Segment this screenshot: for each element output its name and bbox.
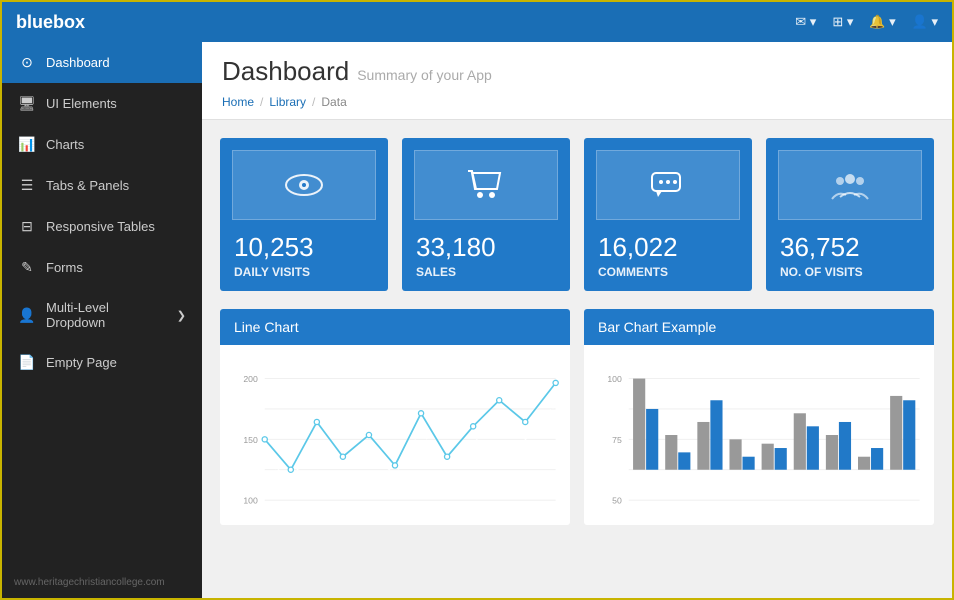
stat-card-number-visits: 10,253 (234, 232, 374, 263)
line-chart-card: Line Chart 200 150 100 (220, 309, 570, 525)
ui-elements-icon: 🖥 (18, 95, 36, 112)
stat-card-icon-sales (414, 150, 558, 220)
stat-card-label-no-visits: No. of Visits (780, 265, 920, 279)
svg-text:50: 50 (612, 496, 622, 506)
page-header: Dashboard Summary of your App Home / Lib… (202, 42, 952, 120)
breadcrumb-home[interactable]: Home (222, 95, 254, 109)
svg-text:100: 100 (607, 374, 622, 384)
svg-text:200: 200 (243, 374, 258, 384)
sidebar-item-label: Multi-Level Dropdown (46, 300, 167, 330)
stat-cards-grid: 10,253 Daily Visits 33,180 (220, 138, 934, 291)
bell-nav-btn[interactable]: 🔔 ▾ (869, 14, 895, 30)
sidebar-item-multi-level[interactable]: 👤 Multi-Level Dropdown ❯ (2, 288, 202, 342)
stat-card-body-visits: 10,253 Daily Visits (220, 220, 388, 291)
page-subtitle: Summary of your App (357, 67, 492, 83)
grid-nav-btn[interactable]: ⊞ ▾ (832, 14, 853, 30)
stat-card-icon-no-visits (778, 150, 922, 220)
nav-icons-group: ✉ ▾ ⊞ ▾ 🔔 ▾ 👤 ▾ (795, 14, 938, 30)
sidebar-item-label: Responsive Tables (46, 219, 186, 234)
stat-card-label-visits: Daily Visits (234, 265, 374, 279)
tabs-icon: ☰ (18, 177, 36, 194)
brand-logo: bluebox (16, 12, 795, 33)
sidebar-item-label: UI Elements (46, 96, 186, 111)
stat-card-body-sales: 33,180 Sales (402, 220, 570, 291)
stat-card-number-sales: 33,180 (416, 232, 556, 263)
page-title-row: Dashboard Summary of your App (222, 56, 932, 87)
forms-icon: ✎ (18, 259, 36, 276)
bar-chart-card: Bar Chart Example 100 75 50 (584, 309, 934, 525)
chevron-right-icon: ❯ (177, 309, 186, 322)
breadcrumb-sep1: / (260, 95, 263, 109)
sidebar-item-forms[interactable]: ✎ Forms (2, 247, 202, 288)
sidebar-item-label: Tabs & Panels (46, 178, 186, 193)
sidebar-footer: www.heritagechristiancollege.com (2, 567, 202, 598)
line-chart-body: 200 150 100 (220, 345, 570, 525)
line-chart-title: Line Chart (220, 309, 570, 345)
sidebar-item-responsive-tables[interactable]: ⊟ Responsive Tables (2, 206, 202, 247)
empty-page-icon: 📄 (18, 354, 36, 371)
breadcrumb: Home / Library / Data (222, 95, 932, 109)
stat-card-sales: 33,180 Sales (402, 138, 570, 291)
multi-level-icon: 👤 (18, 307, 36, 324)
sidebar-item-ui-elements[interactable]: 🖥 UI Elements (2, 83, 202, 124)
stat-card-label-comments: Comments (598, 265, 738, 279)
app-body: ⊙ Dashboard 🖥 UI Elements 📊 Charts ☰ Tab… (2, 42, 952, 598)
breadcrumb-library[interactable]: Library (269, 95, 306, 109)
mail-nav-btn[interactable]: ✉ ▾ (795, 14, 816, 30)
svg-text:75: 75 (612, 435, 622, 445)
page-title: Dashboard (222, 56, 349, 87)
stat-card-body-no-visits: 36,752 No. of Visits (766, 220, 934, 291)
top-nav: bluebox ✉ ▾ ⊞ ▾ 🔔 ▾ 👤 ▾ (2, 2, 952, 42)
dashboard-icon: ⊙ (18, 54, 36, 71)
bar-chart-svg: 100 75 50 (594, 355, 924, 515)
stat-card-no-of-visits: 36,752 No. of Visits (766, 138, 934, 291)
sidebar-item-tabs-panels[interactable]: ☰ Tabs & Panels (2, 165, 202, 206)
sidebar-item-label: Empty Page (46, 355, 186, 370)
stat-card-daily-visits: 10,253 Daily Visits (220, 138, 388, 291)
bar-chart-body: 100 75 50 (584, 345, 934, 525)
content-area: 10,253 Daily Visits 33,180 (202, 120, 952, 543)
sidebar-item-empty-page[interactable]: 📄 Empty Page (2, 342, 202, 383)
line-chart-svg: 200 150 100 (230, 355, 560, 515)
sidebar: ⊙ Dashboard 🖥 UI Elements 📊 Charts ☰ Tab… (2, 42, 202, 598)
sidebar-item-dashboard[interactable]: ⊙ Dashboard (2, 42, 202, 83)
sidebar-item-label: Dashboard (46, 55, 186, 70)
bar-chart-title: Bar Chart Example (584, 309, 934, 345)
charts-icon: 📊 (18, 136, 36, 153)
svg-text:150: 150 (243, 435, 258, 445)
svg-text:100: 100 (243, 496, 258, 506)
stat-card-body-comments: 16,022 Comments (584, 220, 752, 291)
sidebar-item-label: Forms (46, 260, 186, 275)
breadcrumb-sep2: / (312, 95, 315, 109)
stat-card-label-sales: Sales (416, 265, 556, 279)
sidebar-item-charts[interactable]: 📊 Charts (2, 124, 202, 165)
stat-card-number-no-visits: 36,752 (780, 232, 920, 263)
stat-card-icon-visits (232, 150, 376, 220)
charts-row: Line Chart 200 150 100 (220, 309, 934, 525)
user-nav-btn[interactable]: 👤 ▾ (912, 14, 938, 30)
stat-card-icon-comments (596, 150, 740, 220)
stat-card-number-comments: 16,022 (598, 232, 738, 263)
breadcrumb-current: Data (321, 95, 346, 109)
sidebar-item-label: Charts (46, 137, 186, 152)
tables-icon: ⊟ (18, 218, 36, 235)
stat-card-comments: 16,022 Comments (584, 138, 752, 291)
main-content: Dashboard Summary of your App Home / Lib… (202, 42, 952, 598)
